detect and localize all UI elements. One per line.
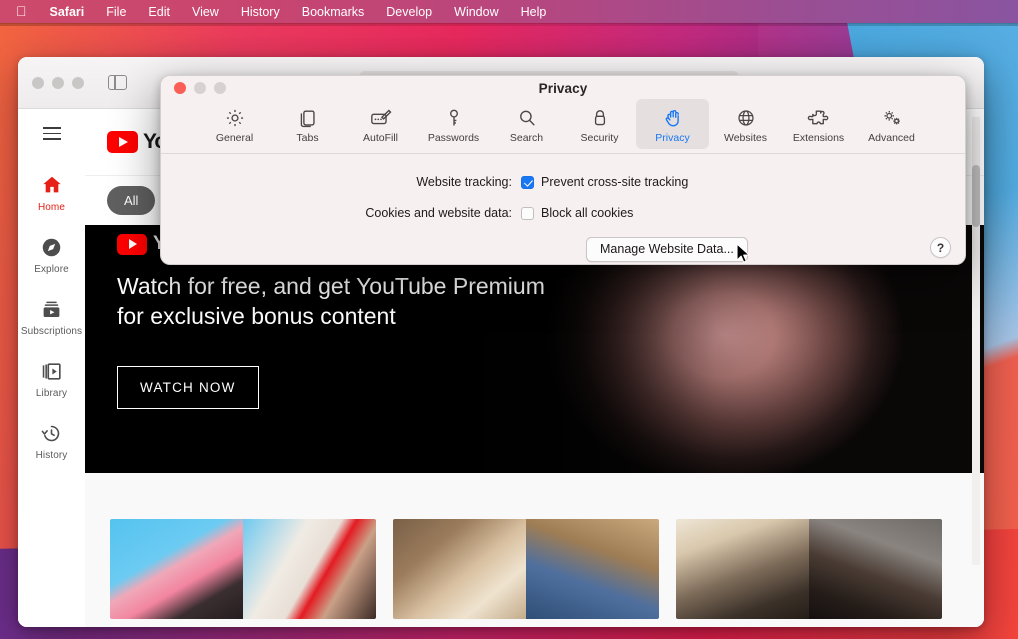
sidebar-item-home[interactable]: Home xyxy=(18,162,85,224)
cookies-and-website-data-label: Cookies and website data: xyxy=(365,206,512,220)
tab-extensions[interactable]: Extensions xyxy=(782,99,855,149)
tab-security-label: Security xyxy=(580,132,619,144)
safari-page-scrollbar[interactable] xyxy=(972,117,980,565)
watch-now-button[interactable]: WATCH NOW xyxy=(117,365,259,409)
youtube-sidebar: Home Explore Subscriptions Library Histo… xyxy=(18,109,85,627)
sidebar-toggle-icon[interactable] xyxy=(108,75,127,90)
prefs-titlebar: Privacy General Tabs AutoFill Passwords … xyxy=(161,76,965,153)
tab-security[interactable]: Security xyxy=(563,99,636,149)
block-all-cookies-label[interactable]: Block all cookies xyxy=(534,206,633,220)
tab-privacy[interactable]: Privacy xyxy=(636,99,709,149)
tab-search[interactable]: Search xyxy=(490,99,563,149)
tab-advanced[interactable]: Advanced xyxy=(855,99,928,149)
prevent-cross-site-tracking-checkbox[interactable] xyxy=(521,175,534,189)
mouse-cursor xyxy=(736,243,751,270)
prefs-window-title: Privacy xyxy=(538,81,588,96)
block-all-cookies-checkbox[interactable] xyxy=(521,206,534,220)
prefs-zoom-button[interactable] xyxy=(214,82,226,94)
gears-icon xyxy=(880,103,904,129)
youtube-video-grid xyxy=(85,473,984,627)
tab-extensions-label: Extensions xyxy=(792,132,845,144)
tabs-icon xyxy=(297,103,319,129)
gear-icon xyxy=(224,103,246,129)
menu-item-history[interactable]: History xyxy=(230,5,291,19)
sidebar-item-home-label: Home xyxy=(37,202,66,213)
video-thumbnail-2[interactable] xyxy=(393,519,659,619)
tab-autofill-label: AutoFill xyxy=(362,132,398,144)
hand-icon xyxy=(662,103,684,129)
manage-website-data-button[interactable]: Manage Website Data... xyxy=(586,237,748,262)
prevent-cross-site-tracking-label[interactable]: Prevent cross-site tracking xyxy=(534,175,688,189)
sidebar-item-history[interactable]: History xyxy=(18,410,85,472)
sidebar-item-explore[interactable]: Explore xyxy=(18,224,85,286)
menu-item-develop[interactable]: Develop xyxy=(375,5,443,19)
lock-icon xyxy=(589,103,611,129)
video-thumbnail-3[interactable] xyxy=(676,519,942,619)
button-spacer xyxy=(161,237,586,262)
banner-headline-line2: for exclusive bonus content xyxy=(117,303,396,330)
tab-privacy-label: Privacy xyxy=(655,132,690,144)
key-icon xyxy=(443,103,465,129)
menu-item-help[interactable]: Help xyxy=(510,5,558,19)
menu-item-safari[interactable]: Safari xyxy=(39,5,96,19)
tab-autofill[interactable]: AutoFill xyxy=(344,99,417,149)
tab-passwords[interactable]: Passwords xyxy=(417,99,490,149)
prefs-toolbar: General Tabs AutoFill Passwords Search S… xyxy=(161,99,965,149)
menu-item-file[interactable]: File xyxy=(95,5,137,19)
prefs-minimize-button[interactable] xyxy=(194,82,206,94)
safari-zoom-button[interactable] xyxy=(72,76,84,89)
home-icon xyxy=(40,173,64,197)
banner-headline: Watch for free, and get YouTube Premium … xyxy=(117,271,545,332)
cookies-row: Cookies and website data: Block all cook… xyxy=(161,206,965,220)
apple-logo-icon[interactable]:  xyxy=(14,4,39,18)
sidebar-item-library[interactable]: Library xyxy=(18,348,85,410)
tab-search-label: Search xyxy=(509,132,544,144)
prefs-content-pane: Website tracking: Prevent cross-site tra… xyxy=(161,154,965,264)
tab-passwords-label: Passwords xyxy=(427,132,480,144)
sidebar-item-subscriptions[interactable]: Subscriptions xyxy=(18,286,85,348)
tab-general-label: General xyxy=(215,132,254,144)
mac-menu-bar:  Safari File Edit View History Bookmark… xyxy=(0,0,1018,23)
sidebar-item-library-label: Library xyxy=(35,388,68,399)
safari-close-button[interactable] xyxy=(32,76,44,89)
globe-icon xyxy=(735,103,757,129)
tab-advanced-label: Advanced xyxy=(868,132,915,144)
help-button[interactable]: ? xyxy=(930,237,951,258)
privacy-preferences-dialog: Privacy General Tabs AutoFill Passwords … xyxy=(160,75,966,265)
hamburger-menu-icon[interactable] xyxy=(42,127,61,140)
menu-item-window[interactable]: Window xyxy=(443,5,509,19)
chip-all[interactable]: All xyxy=(107,186,156,215)
prefs-traffic-lights xyxy=(174,82,226,94)
originals-play-icon xyxy=(117,233,147,255)
sidebar-item-history-label: History xyxy=(35,450,68,461)
puzzle-piece-icon xyxy=(807,103,830,129)
video-thumbnail-row xyxy=(85,473,984,627)
subscriptions-icon xyxy=(40,297,64,321)
safari-minimize-button[interactable] xyxy=(52,76,64,89)
scrollbar-thumb[interactable] xyxy=(972,165,980,227)
tab-general[interactable]: General xyxy=(198,99,271,149)
tab-tabs-label: Tabs xyxy=(296,132,319,144)
video-thumbnail-1[interactable] xyxy=(110,519,376,619)
prefs-close-button[interactable] xyxy=(174,82,186,94)
tab-tabs[interactable]: Tabs xyxy=(271,99,344,149)
history-clock-icon xyxy=(40,421,64,445)
magnifier-icon xyxy=(516,103,538,129)
tab-websites[interactable]: Websites xyxy=(709,99,782,149)
sidebar-item-subscriptions-label: Subscriptions xyxy=(20,326,83,337)
library-icon xyxy=(40,359,64,383)
menu-item-view[interactable]: View xyxy=(181,5,230,19)
banner-headline-line1: Watch for free, and get YouTube Premium xyxy=(117,273,545,299)
tab-websites-label: Websites xyxy=(724,132,767,144)
autofill-card-pencil-icon xyxy=(369,103,393,129)
safari-traffic-lights xyxy=(32,76,84,89)
manage-data-row: Manage Website Data... xyxy=(161,237,965,262)
youtube-play-icon xyxy=(107,131,138,153)
compass-icon xyxy=(40,235,64,259)
website-tracking-label: Website tracking: xyxy=(416,175,512,189)
website-tracking-row: Website tracking: Prevent cross-site tra… xyxy=(161,175,965,189)
menu-item-bookmarks[interactable]: Bookmarks xyxy=(291,5,376,19)
sidebar-item-explore-label: Explore xyxy=(34,264,69,275)
menu-item-edit[interactable]: Edit xyxy=(137,5,181,19)
